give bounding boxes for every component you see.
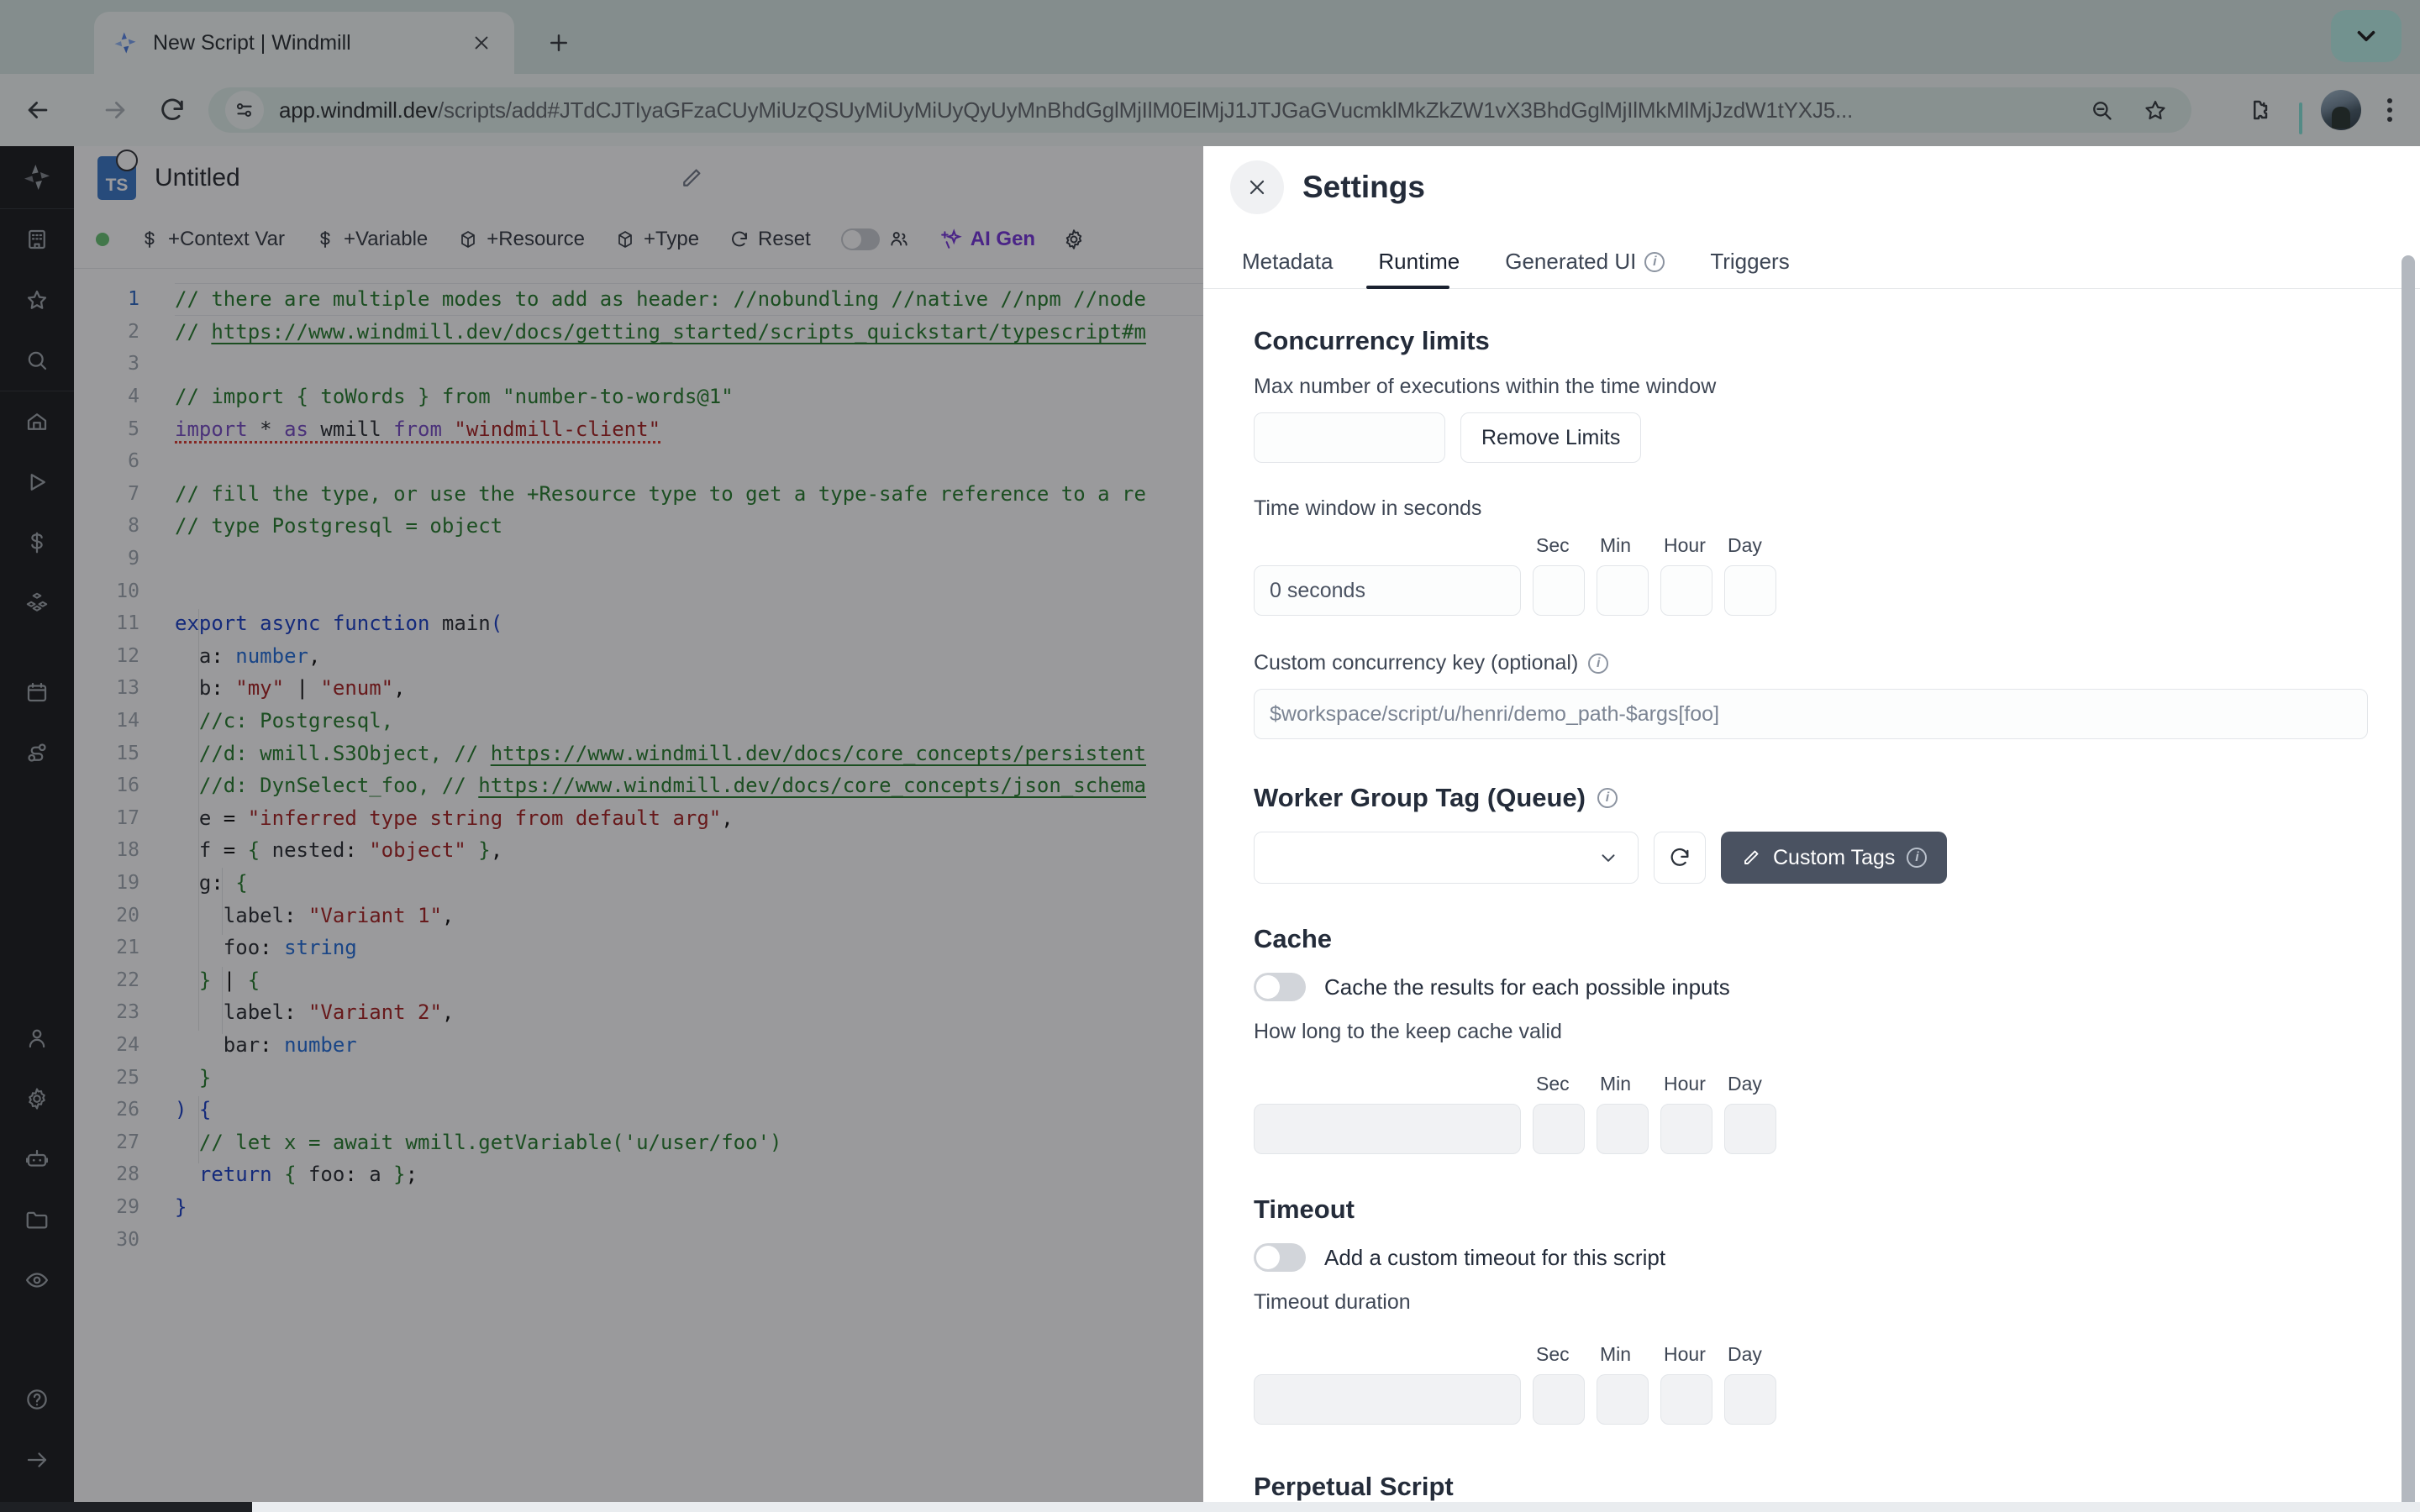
settings-title: Settings xyxy=(1302,170,1425,205)
worker-group-select[interactable] xyxy=(1254,832,1639,884)
section-title-timeout: Timeout xyxy=(1254,1194,2370,1225)
custom-concurrency-key-input[interactable]: $workspace/script/u/henri/demo_path-$arg… xyxy=(1254,689,2368,739)
unit-label: Min xyxy=(1597,534,1649,557)
info-icon[interactable]: i xyxy=(1644,252,1665,272)
custom-tags-label: Custom Tags xyxy=(1773,846,1895,870)
remove-limits-button[interactable]: Remove Limits xyxy=(1460,412,1641,463)
duration-unit-day: Day xyxy=(1724,534,1776,616)
settings-drawer: Settings Metadata Runtime Generated UI i… xyxy=(1203,146,2420,1512)
close-icon[interactable] xyxy=(1230,160,1284,214)
tab-metadata[interactable]: Metadata xyxy=(1230,249,1344,288)
hour-input[interactable] xyxy=(1660,565,1712,616)
duration-unit-min: Min xyxy=(1597,534,1649,616)
min-input[interactable] xyxy=(1597,1374,1649,1425)
timeout-unit-sec: Sec xyxy=(1533,1343,1585,1425)
sec-input[interactable] xyxy=(1533,1374,1585,1425)
cache-duration-input[interactable] xyxy=(1254,1104,1521,1154)
refresh-icon xyxy=(1668,846,1691,869)
unit-label: Day xyxy=(1724,1073,1776,1095)
cache-unit-sec: Sec xyxy=(1533,1073,1585,1154)
unit-label: Hour xyxy=(1660,1343,1712,1366)
timeout-duration-input[interactable] xyxy=(1254,1374,1521,1425)
unit-label: Sec xyxy=(1533,534,1585,557)
section-title-worker-group: Worker Group Tag (Queue) i xyxy=(1254,783,2370,813)
unit-label: Sec xyxy=(1533,1073,1585,1095)
tab-triggers[interactable]: Triggers xyxy=(1698,249,1801,288)
day-input[interactable] xyxy=(1724,565,1776,616)
tab-runtime[interactable]: Runtime xyxy=(1366,249,1471,288)
info-icon[interactable]: i xyxy=(1907,848,1927,868)
info-icon[interactable]: i xyxy=(1588,654,1608,674)
duration-unit-hour: Hour xyxy=(1660,534,1712,616)
max-executions-label: Max number of executions within the time… xyxy=(1254,375,2370,399)
chevron-down-icon xyxy=(1597,847,1619,869)
hour-input[interactable] xyxy=(1660,1374,1712,1425)
tab-label: Generated UI xyxy=(1505,249,1636,275)
timeout-unit-min: Min xyxy=(1597,1343,1649,1425)
cache-unit-day: Day xyxy=(1724,1073,1776,1154)
settings-body: Concurrency limits Max number of executi… xyxy=(1203,289,2420,1512)
unit-label: Day xyxy=(1724,534,1776,557)
unit-label: Min xyxy=(1597,1343,1649,1366)
section-title-concurrency: Concurrency limits xyxy=(1254,326,2370,356)
hour-input[interactable] xyxy=(1660,1104,1712,1154)
unit-label: Hour xyxy=(1660,1073,1712,1095)
custom-concurrency-key-label: Custom concurrency key (optional) i xyxy=(1254,651,2370,675)
timeout-toggle-label: Add a custom timeout for this script xyxy=(1324,1245,1665,1271)
sec-input[interactable] xyxy=(1533,565,1585,616)
duration-unit-sec: Sec xyxy=(1533,534,1585,616)
cache-unit-hour: Hour xyxy=(1660,1073,1712,1154)
section-title-perpetual: Perpetual Script xyxy=(1254,1472,2370,1502)
screen: New Script | Windmill app xyxy=(0,0,2420,1512)
day-input[interactable] xyxy=(1724,1374,1776,1425)
section-title-cache: Cache xyxy=(1254,924,2370,954)
tab-label: Metadata xyxy=(1242,249,1333,275)
unit-label: Day xyxy=(1724,1343,1776,1366)
timeout-unit-day: Day xyxy=(1724,1343,1776,1425)
info-icon[interactable]: i xyxy=(1597,788,1618,808)
unit-label: Hour xyxy=(1660,534,1712,557)
timeout-duration-label: Timeout duration xyxy=(1254,1290,2370,1315)
cache-toggle-label: Cache the results for each possible inpu… xyxy=(1324,974,1730,1000)
horizontal-scrollbar[interactable] xyxy=(0,1502,2420,1512)
tab-label: Runtime xyxy=(1378,249,1460,275)
custom-tags-button[interactable]: Custom Tags i xyxy=(1721,832,1947,884)
settings-tabs: Metadata Runtime Generated UI i Triggers xyxy=(1203,228,2420,289)
settings-header: Settings xyxy=(1203,146,2420,228)
unit-label: Sec xyxy=(1533,1343,1585,1366)
max-executions-input[interactable] xyxy=(1254,412,1445,463)
timeout-toggle[interactable] xyxy=(1254,1243,1306,1272)
pencil-icon xyxy=(1741,848,1761,868)
sec-input[interactable] xyxy=(1533,1104,1585,1154)
time-window-input[interactable]: 0 seconds xyxy=(1254,565,1521,616)
settings-scrollbar[interactable] xyxy=(2402,255,2415,1512)
heading-text: Worker Group Tag (Queue) xyxy=(1254,783,1586,813)
day-input[interactable] xyxy=(1724,1104,1776,1154)
tab-generated-ui[interactable]: Generated UI i xyxy=(1493,249,1676,288)
label-text: Custom concurrency key (optional) xyxy=(1254,651,1578,675)
min-input[interactable] xyxy=(1597,565,1649,616)
timeout-unit-hour: Hour xyxy=(1660,1343,1712,1425)
unit-label: Min xyxy=(1597,1073,1649,1095)
tab-label: Triggers xyxy=(1710,249,1789,275)
min-input[interactable] xyxy=(1597,1104,1649,1154)
cache-duration-label: How long to the keep cache valid xyxy=(1254,1020,2370,1044)
time-window-label: Time window in seconds xyxy=(1254,496,2370,521)
refresh-button[interactable] xyxy=(1654,832,1706,884)
cache-toggle[interactable] xyxy=(1254,973,1306,1001)
cache-unit-min: Min xyxy=(1597,1073,1649,1154)
